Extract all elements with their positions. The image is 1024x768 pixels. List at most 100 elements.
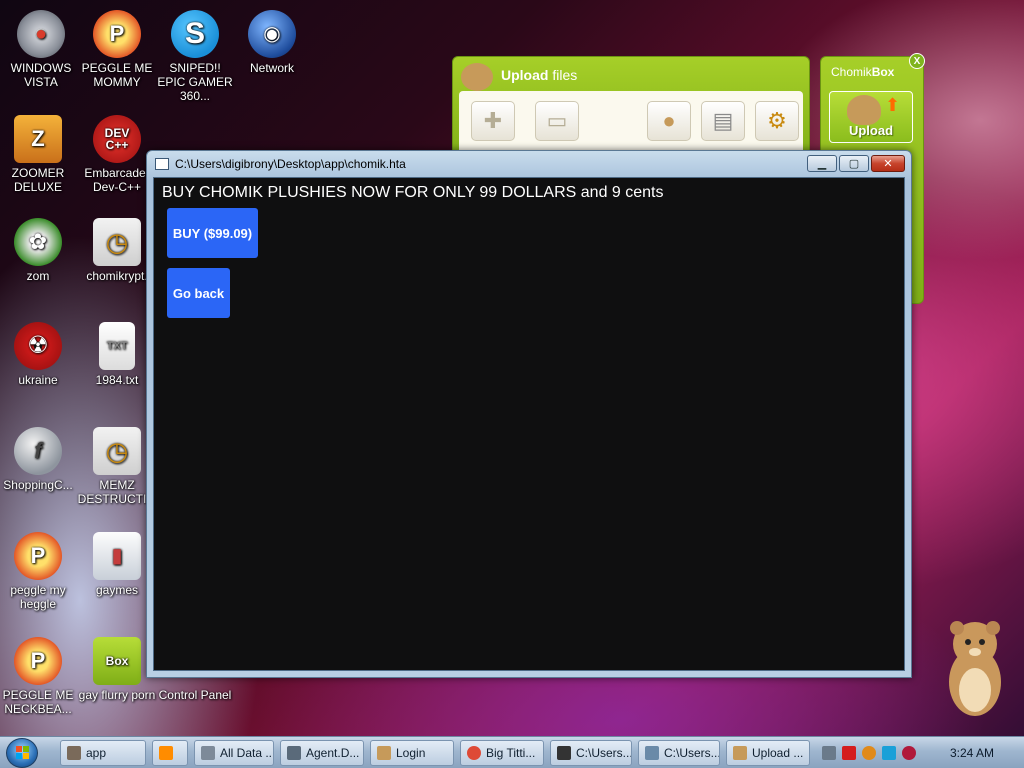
desktop-icon-network[interactable]: ◉ Network <box>231 10 313 75</box>
upload-title-rest: files <box>548 67 578 83</box>
maximize-button[interactable]: ▢ <box>839 155 869 172</box>
desktop-icon-zoomer-deluxe[interactable]: Z ZOOMER DELUXE <box>0 115 79 194</box>
hta-content-area: BUY CHOMIK PLUSHIES NOW FOR ONLY 99 DOLL… <box>153 177 905 671</box>
tray-app-icon[interactable] <box>822 746 836 760</box>
clipboard-button[interactable]: ▤ <box>701 101 745 141</box>
peggle-icon: P <box>14 637 62 685</box>
taskbar-item-label: Agent.D... <box>306 746 360 760</box>
desktop-icon-sniped[interactable]: S SNIPED!! EPIC GAMER 360... <box>154 10 236 103</box>
window-title: C:\Users\digibrony\Desktop\app\chomik.ht… <box>175 157 406 171</box>
clipboard-icon: ▤ <box>712 108 734 133</box>
close-button[interactable]: ✕ <box>871 155 905 172</box>
taskbar-item-7zip[interactable]: C:\Users... <box>550 740 632 766</box>
hamster-logo-icon <box>461 63 493 91</box>
desktop-icon-peggle-me-neckbea[interactable]: P PEGGLE ME NECKBEA... <box>0 637 79 716</box>
desktop-icon-label: WINDOWS VISTA <box>10 61 72 89</box>
taskbar-item-app[interactable]: app <box>60 740 146 766</box>
add-folder-button[interactable]: ▭ <box>535 101 579 141</box>
folder-icon: ▮ <box>93 532 141 580</box>
taskbar-item-label: Big Titti... <box>486 746 536 760</box>
taskbar-item-upload[interactable]: Upload ... <box>726 740 810 766</box>
desktop-icon-shoppingc[interactable]: f ShoppingC... <box>0 427 79 492</box>
desktop-icon-label: Control Panel <box>158 688 232 702</box>
network-globe-icon: ◉ <box>248 10 296 58</box>
taskbar-item-agent[interactable]: Agent.D... <box>280 740 364 766</box>
go-back-button[interactable]: Go back <box>167 268 230 318</box>
zoomer-icon: Z <box>14 115 62 163</box>
hamster-icon <box>847 95 881 125</box>
app-icon <box>67 746 81 760</box>
desktop-icon-ukraine[interactable]: ☢ ukraine <box>0 322 79 387</box>
search-icon[interactable] <box>862 746 876 760</box>
antivirus-icon[interactable] <box>842 746 856 760</box>
taskbar-item-all-data[interactable]: All Data ... <box>194 740 274 766</box>
upload-title-bold: Upload <box>501 67 549 83</box>
flower-icon: ✿ <box>14 218 62 266</box>
chomikbox-close-button[interactable]: X <box>909 53 925 69</box>
chomikbox-title: ChomikBox <box>831 65 894 79</box>
taskbar-item-label: C:\Users... <box>664 746 720 760</box>
desktop-icon-label: ZOOMER DELUXE <box>11 166 65 194</box>
maximize-icon: ▢ <box>848 158 860 170</box>
volume-icon[interactable] <box>902 746 916 760</box>
desktop-icon-label: ukraine <box>18 373 58 387</box>
minimize-icon: ▁ <box>817 158 827 170</box>
desktop-icon-label: gay flurry porn <box>78 688 156 702</box>
text-file-icon: TXT <box>99 322 135 370</box>
desktop-icon-label: PEGGLE ME MOMMY <box>81 61 153 89</box>
window-controls: ▁ ▢ ✕ <box>807 155 905 172</box>
desktop-icon-label: Network <box>249 61 294 75</box>
window-app-icon <box>155 158 169 170</box>
window-icon <box>287 746 301 760</box>
taskbar-item-label: app <box>86 746 107 760</box>
taskbar: app All Data ... Agent.D... Login Big Ti… <box>0 736 1024 768</box>
taskbar-item-hta[interactable]: C:\Users... <box>638 740 720 766</box>
desktop-icon-label: ShoppingC... <box>3 478 73 492</box>
upload-panel-title: Upload files <box>501 67 577 83</box>
desktop-icon-label: peggle my heggle <box>10 583 66 611</box>
chomikbox-title-regular: Chomik <box>831 65 872 79</box>
peggle-icon: P <box>93 10 141 58</box>
desktop-icon-zom[interactable]: ✿ zom <box>0 218 79 283</box>
desktop-icon-peggle-me-mommy[interactable]: P PEGGLE ME MOMMY <box>76 10 158 89</box>
windows-vista-icon: ● <box>17 10 65 58</box>
hamster-icon <box>377 746 391 760</box>
taskbar-item-label: Upload ... <box>752 746 804 760</box>
start-button[interactable] <box>6 738 38 768</box>
hamster-icon <box>733 746 747 760</box>
media-player-icon <box>159 746 173 760</box>
add-file-icon: ✚ <box>483 108 503 133</box>
windows-logo-icon <box>16 746 29 759</box>
desktop-icon-windows-vista[interactable]: ● WINDOWS VISTA <box>0 10 82 89</box>
chrome-icon <box>467 746 481 760</box>
page-heading: BUY CHOMIK PLUSHIES NOW FOR ONLY 99 DOLL… <box>162 184 664 201</box>
settings-button[interactable]: ⚙ <box>755 101 799 141</box>
taskbar-item-label: C:\Users... <box>576 746 632 760</box>
peggle-icon: P <box>14 532 62 580</box>
window-icon <box>645 746 659 760</box>
7zip-icon <box>557 746 571 760</box>
add-file-button[interactable]: ✚ <box>471 101 515 141</box>
buy-button[interactable]: BUY ($99.09) <box>167 208 258 258</box>
desktop-icon-peggle-my-heggle[interactable]: P peggle my heggle <box>0 532 79 611</box>
clock-file-icon: ◷ <box>93 218 141 266</box>
window-titlebar[interactable]: C:\Users\digibrony\Desktop\app\chomik.ht… <box>147 151 911 177</box>
taskbar-item-label: All Data ... <box>220 746 274 760</box>
gear-icon: ⚙ <box>767 108 787 133</box>
add-folder-icon: ▭ <box>546 108 568 133</box>
taskbar-item-media-player[interactable] <box>152 740 188 766</box>
network-tray-icon[interactable] <box>882 746 896 760</box>
minimize-button[interactable]: ▁ <box>807 155 837 172</box>
chomikbox-icon: Box <box>93 637 141 685</box>
upload-arrow-icon: ⬆ <box>885 95 901 115</box>
flash-icon: f <box>14 427 62 475</box>
chomik-hta-window: C:\Users\digibrony\Desktop\app\chomik.ht… <box>146 150 912 678</box>
skype-icon: S <box>171 10 219 58</box>
taskbar-item-chrome[interactable]: Big Titti... <box>460 740 544 766</box>
taskbar-item-login[interactable]: Login <box>370 740 454 766</box>
taskbar-item-label: Login <box>396 746 426 760</box>
hamster-button[interactable]: ● <box>647 101 691 141</box>
hamster-mascot-icon <box>949 621 1001 716</box>
taskbar-clock[interactable]: 3:24 AM <box>950 746 994 760</box>
desktop-icon-label: zom <box>26 269 50 283</box>
